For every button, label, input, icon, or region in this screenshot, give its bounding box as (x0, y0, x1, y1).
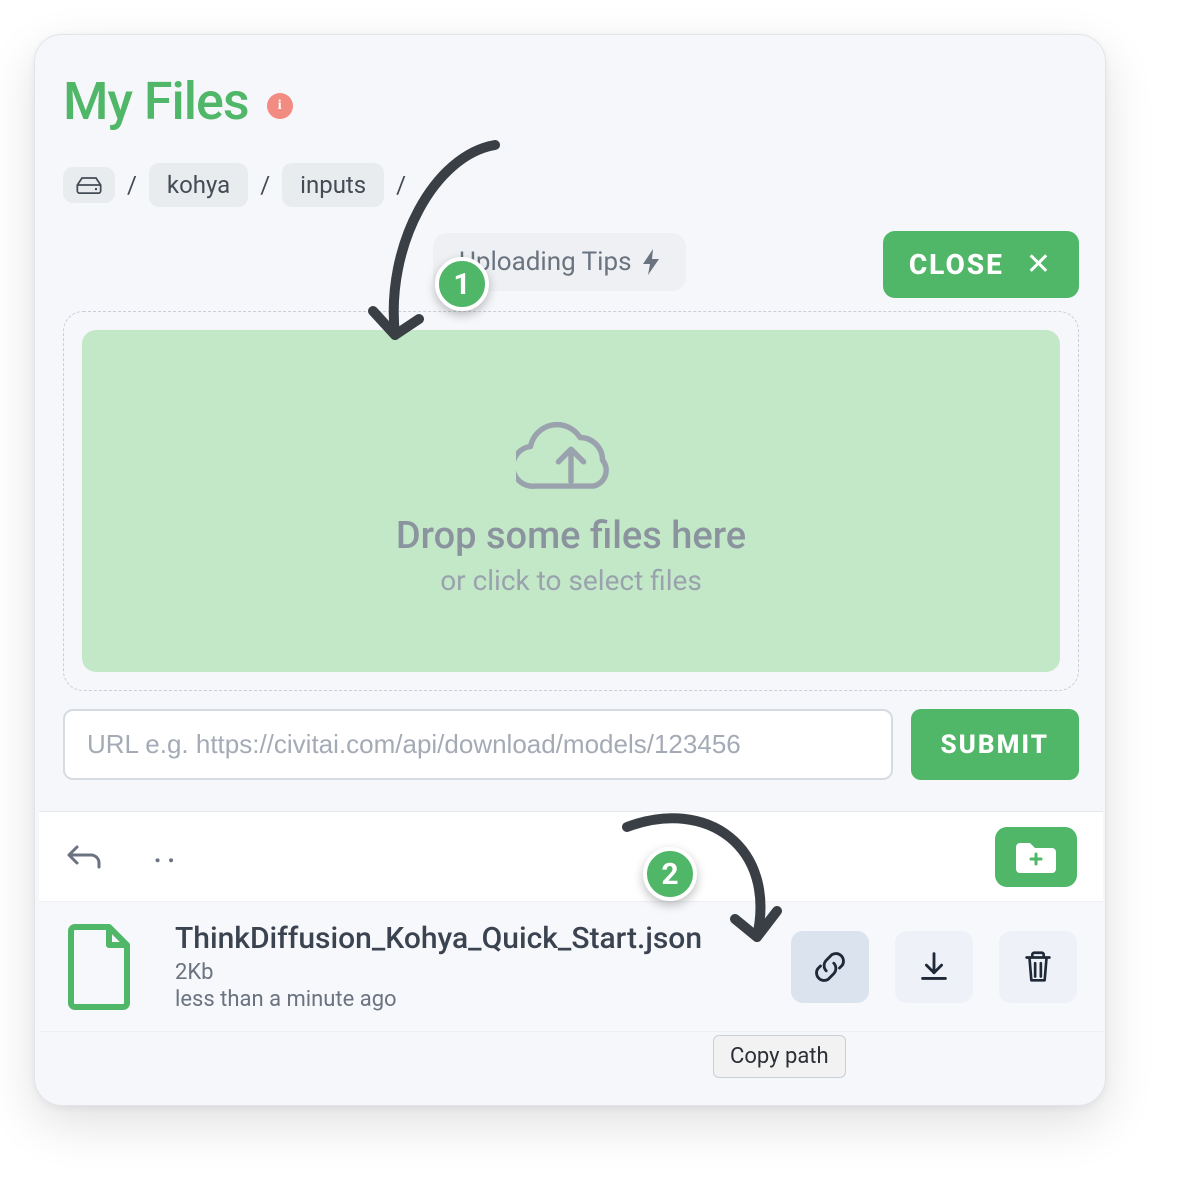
close-button[interactable]: CLOSE ✕ (883, 231, 1079, 298)
dropzone[interactable]: Drop some files here or click to select … (82, 330, 1060, 672)
file-row[interactable]: ThinkDiffusion_Kohya_Quick_Start.json 2K… (39, 902, 1103, 1032)
info-icon[interactable]: i (267, 93, 293, 119)
file-list: .. ThinkDiffusion_Kohya_Quick_Start.json… (39, 811, 1103, 1032)
trash-icon (1019, 948, 1057, 986)
link-icon (811, 948, 849, 986)
parent-directory-row[interactable]: .. (39, 812, 1103, 902)
new-folder-button[interactable] (995, 827, 1077, 887)
back-arrow-icon (65, 839, 101, 875)
breadcrumb-item-kohya[interactable]: kohya (149, 163, 248, 207)
breadcrumb-sep: / (396, 171, 406, 199)
breadcrumb-sep: / (127, 171, 137, 199)
submit-label: SUBMIT (941, 730, 1049, 760)
file-icon (65, 923, 137, 1011)
annotation-step-2: 2 (643, 847, 697, 901)
page-title: My Files (63, 71, 249, 132)
breadcrumb-root-icon[interactable] (63, 167, 115, 203)
my-files-panel: My Files i / kohya / inputs / Uploading … (34, 34, 1106, 1106)
parent-directory-label: .. (153, 829, 180, 871)
copy-path-tooltip: Copy path (713, 1035, 846, 1078)
breadcrumb-item-inputs[interactable]: inputs (282, 163, 384, 207)
title-row: My Files i (63, 71, 293, 132)
file-meta: ThinkDiffusion_Kohya_Quick_Start.json 2K… (175, 921, 702, 1012)
download-icon (915, 948, 953, 986)
submit-button[interactable]: SUBMIT (911, 709, 1079, 780)
lightning-icon (642, 249, 660, 275)
file-size: 2Kb (175, 960, 702, 985)
close-icon: ✕ (1026, 247, 1053, 282)
file-time: less than a minute ago (175, 987, 702, 1012)
annotation-step-1: 1 (435, 257, 489, 311)
file-actions (791, 931, 1077, 1003)
breadcrumb: / kohya / inputs / (63, 163, 418, 207)
dropzone-container: Drop some files here or click to select … (63, 311, 1079, 691)
url-upload-row: SUBMIT (63, 709, 1079, 780)
file-name: ThinkDiffusion_Kohya_Quick_Start.json (175, 921, 702, 956)
url-input[interactable] (63, 709, 893, 780)
dropzone-main-text: Drop some files here (396, 514, 746, 558)
breadcrumb-sep: / (260, 171, 270, 199)
close-label: CLOSE (909, 248, 1004, 281)
dropzone-sub-text: or click to select files (440, 564, 702, 597)
cloud-upload-icon (516, 406, 626, 496)
copy-path-button[interactable] (791, 931, 869, 1003)
disk-icon (75, 175, 103, 195)
folder-plus-icon (1014, 839, 1058, 875)
download-button[interactable] (895, 931, 973, 1003)
delete-button[interactable] (999, 931, 1077, 1003)
